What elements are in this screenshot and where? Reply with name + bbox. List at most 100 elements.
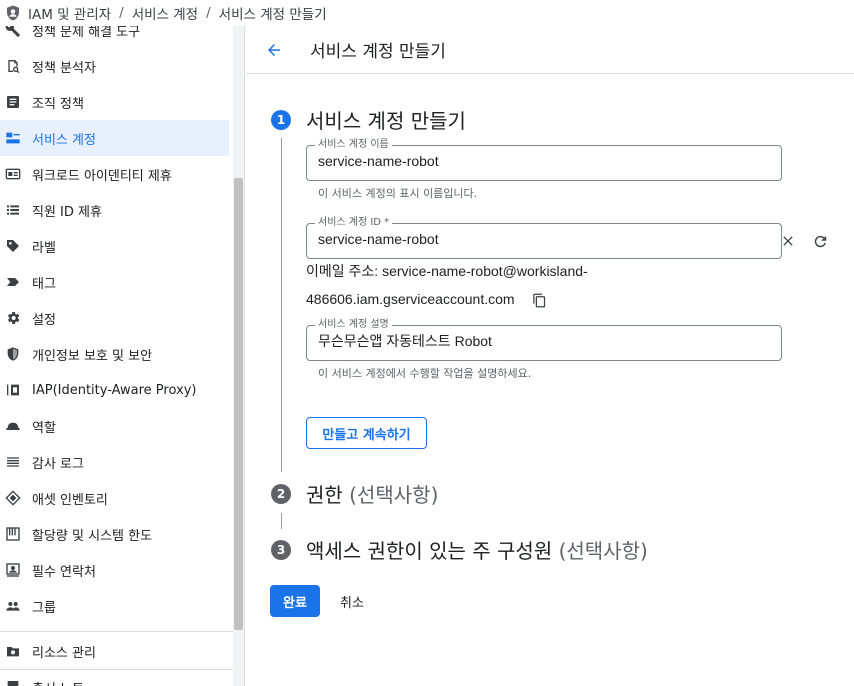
field-label: 서비스 계정 ID *: [315, 217, 393, 229]
copy-email-button[interactable]: [528, 289, 550, 311]
step-connector: [281, 138, 282, 472]
breadcrumb-item-iam[interactable]: IAM 및 관리자: [28, 3, 111, 23]
sidebar-item-roles[interactable]: 역할: [0, 408, 229, 444]
sidebar-item-policy-analyzer[interactable]: 정책 분석자: [0, 48, 229, 84]
sidebar-item-label: 워크로드 아이덴티티 제휴: [32, 168, 172, 184]
step-3-title-text: 액세스 권한이 있는 주 구성원: [306, 539, 553, 563]
sidebar-item-iap[interactable]: IAP(Identity-Aware Proxy): [0, 372, 229, 408]
sidebar-item-label: 감사 로그: [32, 456, 84, 472]
refresh-icon: [814, 235, 826, 247]
sidebar-item-resource-management[interactable]: 리소스 관리: [0, 633, 229, 669]
resource-icon: [7, 647, 19, 657]
step-2-title-text: 권한: [306, 483, 343, 507]
sidebar-scrollbar-thumb[interactable]: [234, 178, 243, 630]
list-icon: [7, 205, 19, 215]
breadcrumb-separator: /: [206, 5, 211, 21]
cancel-button[interactable]: 취소: [330, 585, 374, 617]
close-icon: [783, 236, 793, 246]
sidebar-item-label: 개인정보 보호 및 보안: [32, 348, 153, 364]
sidebar-item-label: 정책 분석자: [32, 60, 96, 76]
field-label: 서비스 계정 이름: [315, 139, 392, 151]
sidebar-item-asset-inventory[interactable]: 애셋 인벤토리: [0, 480, 229, 516]
sidebar-item-audit-logs[interactable]: 감사 로그: [0, 444, 229, 480]
shield-icon: [7, 347, 19, 361]
service-account-name-input[interactable]: [318, 153, 698, 169]
regenerate-button[interactable]: [809, 230, 831, 252]
step-3-number: 3: [271, 540, 291, 560]
sidebar: 정책 문제 해결 도구 정책 분석자 조직 정책 서비스 계정 워크로드 아이덴…: [0, 26, 245, 686]
sidebar-item-label: 태그: [32, 276, 56, 292]
gear-icon: [7, 312, 20, 324]
sidebar-item-label: 서비스 계정: [32, 132, 96, 148]
sidebar-item-label: 그룹: [32, 600, 56, 616]
step-1-number: 1: [271, 110, 291, 130]
done-button[interactable]: 완료: [270, 585, 320, 617]
breadcrumb: IAM 및 관리자 / 서비스 계정 / 서비스 계정 만들기: [0, 0, 854, 26]
sidebar-item-org-policy[interactable]: 조직 정책: [0, 84, 229, 120]
iap-icon: [7, 384, 19, 396]
diamond-icon: [5, 490, 21, 506]
sidebar-item-label: 필수 연락처: [32, 564, 96, 580]
sidebar-item-groups[interactable]: 그룹: [0, 588, 229, 624]
sidebar-item-essential-contacts[interactable]: 필수 연락처: [0, 552, 229, 588]
sidebar-item-policy-troubleshooter[interactable]: 정책 문제 해결 도구: [0, 26, 229, 48]
step-3-optional: (선택사항): [558, 539, 648, 563]
sidebar-item-label: 조직 정책: [32, 96, 84, 112]
contact-icon: [6, 563, 20, 577]
label-icon: [7, 240, 19, 252]
group-icon: [6, 602, 20, 611]
create-and-continue-button[interactable]: 만들고 계속하기: [306, 417, 427, 449]
clear-button[interactable]: [777, 230, 799, 252]
hat-icon: [6, 422, 20, 430]
sidebar-item-label: IAP(Identity-Aware Proxy): [32, 382, 197, 398]
shield-logo-icon: [7, 5, 19, 21]
document-list-icon: [7, 96, 19, 108]
sidebar-item-label: 정책 문제 해결 도구: [32, 26, 141, 40]
service-account-id-field[interactable]: 서비스 계정 ID *: [306, 217, 826, 259]
email-address-line1: 이메일 주소: service-name-robot@workisland-: [306, 263, 588, 279]
arrow-back-icon: [268, 43, 280, 56]
service-account-icon: [6, 132, 20, 144]
breadcrumb-item-service-accounts[interactable]: 서비스 계정: [132, 3, 198, 23]
service-account-name-field[interactable]: 서비스 계정 이름: [306, 139, 782, 181]
quota-icon: [6, 527, 20, 541]
step-2-optional: (선택사항): [349, 483, 439, 507]
sidebar-item-label: 직원 ID 제휴: [32, 204, 102, 220]
step-connector: [281, 513, 282, 529]
sidebar-item-label: 라벨: [32, 240, 56, 256]
sidebar-item-privacy-security[interactable]: 개인정보 보호 및 보안: [0, 336, 229, 372]
service-account-description-input[interactable]: [318, 333, 698, 349]
sidebar-item-release-notes[interactable]: 출시 노트: [0, 669, 229, 686]
step-2-title[interactable]: 권한 (선택사항): [306, 479, 438, 508]
service-account-description-field[interactable]: 서비스 계정 설명: [306, 319, 782, 361]
sidebar-item-settings[interactable]: 설정: [0, 300, 229, 336]
sidebar-item-label: 역할: [32, 420, 56, 436]
page-header: 서비스 계정 만들기: [246, 26, 854, 74]
step-2-number: 2: [271, 484, 291, 504]
sidebar-item-label: 애셋 인벤토리: [32, 492, 108, 508]
sidebar-item-service-accounts[interactable]: 서비스 계정: [0, 120, 229, 156]
sidebar-item-workload-identity[interactable]: 워크로드 아이덴티티 제휴: [0, 156, 229, 192]
email-address-line2: 486606.iam.gserviceaccount.com: [306, 291, 515, 307]
page-title: 서비스 계정 만들기: [310, 42, 446, 62]
sidebar-item-label: 할당량 및 시스템 한도: [32, 528, 153, 544]
main-content: 서비스 계정 만들기 1 서비스 계정 만들기 서비스 계정 이름 이 서비스 …: [246, 26, 854, 686]
tag-icon: [7, 278, 19, 286]
sidebar-item-quotas[interactable]: 할당량 및 시스템 한도: [0, 516, 229, 552]
back-button[interactable]: [262, 38, 286, 62]
sidebar-item-tags[interactable]: 태그: [0, 264, 229, 300]
service-account-id-input[interactable]: [318, 231, 698, 247]
sidebar-item-label: 출시 노트: [32, 678, 84, 686]
name-hint: 이 서비스 계정의 표시 이름입니다.: [318, 187, 478, 200]
breadcrumb-item-create: 서비스 계정 만들기: [218, 7, 327, 23]
sidebar-item-label: 설정: [32, 312, 56, 328]
step-1-title[interactable]: 서비스 계정 만들기: [306, 105, 466, 134]
sidebar-item-labels[interactable]: 라벨: [0, 228, 229, 264]
notes-icon: [7, 681, 19, 686]
wrench-icon: [5, 26, 20, 37]
sidebar-item-workforce-id[interactable]: 직원 ID 제휴: [0, 192, 229, 228]
copy-icon: [532, 293, 545, 307]
field-label: 서비스 계정 설명: [315, 319, 392, 331]
sidebar-item-label: 리소스 관리: [32, 645, 96, 661]
step-3-title[interactable]: 액세스 권한이 있는 주 구성원 (선택사항): [306, 535, 648, 564]
